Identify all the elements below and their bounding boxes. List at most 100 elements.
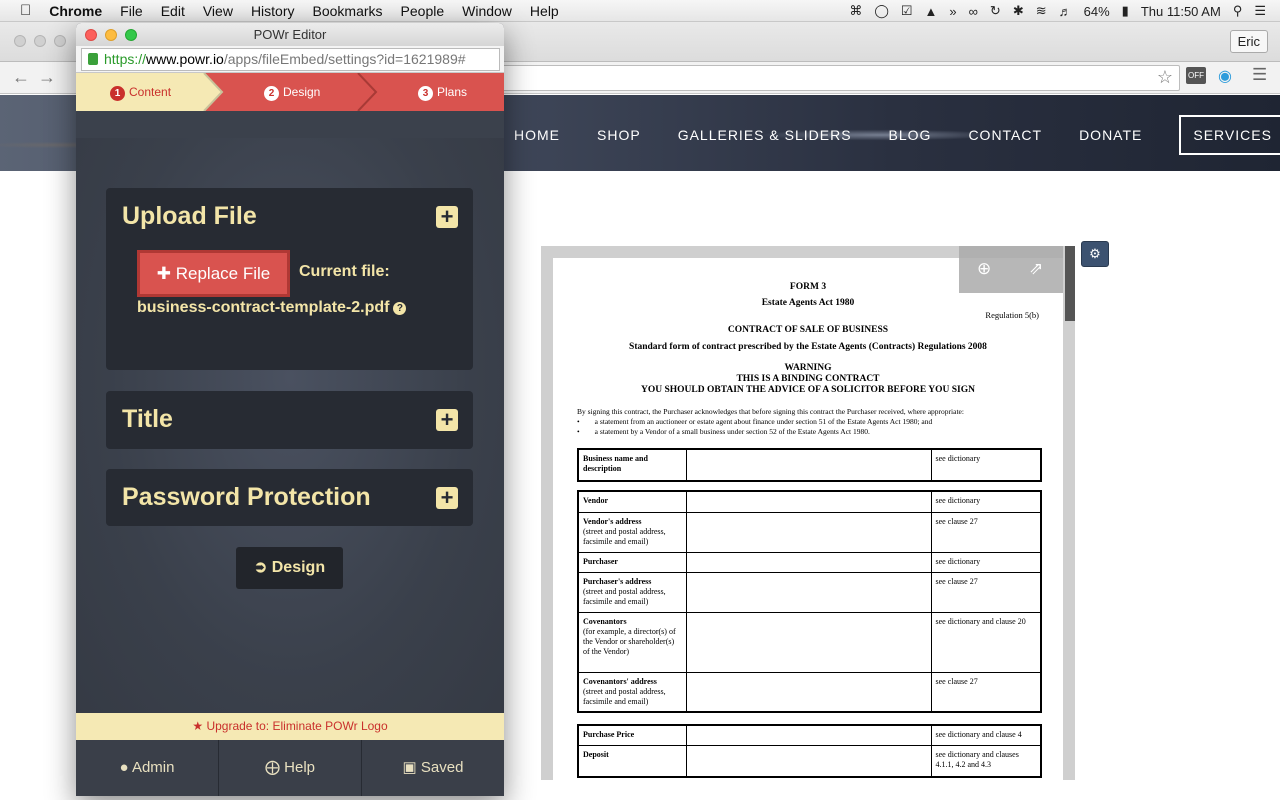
expand-plus-icon[interactable]: + xyxy=(436,409,458,431)
bookmark-star-icon[interactable]: ☆ xyxy=(1157,67,1173,88)
zoom-in-icon[interactable]: ⊕ xyxy=(977,259,991,279)
app-settings-gear-icon[interactable]: ⚙ xyxy=(1081,241,1109,267)
step-design[interactable]: 2 Design xyxy=(264,73,320,111)
table-cell-blank xyxy=(685,744,932,778)
menu-file[interactable]: File xyxy=(120,3,143,19)
editor-close-button[interactable] xyxy=(85,29,97,41)
nav-galleries-sliders[interactable]: GALLERIES & SLIDERS xyxy=(678,121,852,149)
address-bar[interactable]: ☆ xyxy=(470,65,1180,91)
menu-help[interactable]: Help xyxy=(530,3,559,19)
saved-button[interactable]: ▣ Saved xyxy=(362,740,504,796)
battery-icon[interactable]: ▮ xyxy=(1122,3,1129,19)
spotlight-search-icon[interactable]: ⚲ xyxy=(1233,3,1243,19)
creative-cloud-icon[interactable]: ∞ xyxy=(969,4,978,19)
te-extension-icon[interactable]: ◯ xyxy=(874,3,889,19)
table-cell-label: Vendor xyxy=(577,490,687,513)
pdf-contract-title: CONTRACT OF SALE OF BUSINESS xyxy=(727,325,889,335)
table-cell-blank xyxy=(685,611,932,673)
forward-icon[interactable]: » xyxy=(949,4,956,19)
pdf-table-price: Purchase Price see dictionary and clause… xyxy=(577,724,1042,778)
table-cell-label: Covenantors (for example, a director(s) o… xyxy=(577,611,687,673)
pdf-intro: By signing this contract, the Purchaser … xyxy=(577,407,964,416)
admin-button[interactable]: ● Admin xyxy=(76,740,219,796)
table-cell-ref: see clause 27 xyxy=(930,511,1042,553)
table-cell-label: Covenantors' address (street and postal a… xyxy=(577,671,687,713)
volume-icon[interactable]: ♬ xyxy=(1059,4,1072,19)
help-button[interactable]: ⨁ Help xyxy=(219,740,362,796)
pdf-solicitor-advice: YOU SHOULD OBTAIN THE ADVICE OF A SOLICI… xyxy=(641,385,975,395)
table-row: Purchaser's address (street and postal ad… xyxy=(577,571,1042,613)
table-cell-ref: see dictionary and clause 4 xyxy=(930,724,1042,746)
expand-plus-icon[interactable]: + xyxy=(436,487,458,509)
table-cell-label: Deposit xyxy=(577,744,687,778)
menu-bookmarks[interactable]: Bookmarks xyxy=(313,3,383,19)
nav-home[interactable]: HOME xyxy=(514,121,560,149)
battery-percent[interactable]: 64% xyxy=(1084,4,1110,19)
menu-people[interactable]: People xyxy=(401,3,445,19)
bluetooth-icon[interactable]: ✱ xyxy=(1013,3,1024,19)
window-zoom-button[interactable] xyxy=(54,35,66,47)
nav-shop[interactable]: SHOP xyxy=(597,121,641,149)
upload-file-heading[interactable]: Upload File xyxy=(122,202,257,231)
password-protection-heading: Password Protection xyxy=(122,483,371,511)
extension-off-icon[interactable]: OFF xyxy=(1186,67,1206,84)
window-minimize-button[interactable] xyxy=(34,35,46,47)
current-file-label: Current file: xyxy=(299,263,390,280)
nav-services[interactable]: SERVICES xyxy=(1179,115,1280,155)
step-plans[interactable]: 3 Plans xyxy=(418,73,467,111)
table-cell-blank xyxy=(685,571,932,613)
open-external-icon[interactable]: ⇗ xyxy=(1029,259,1043,279)
upgrade-banner[interactable]: ★ Upgrade to: Eliminate POWr Logo xyxy=(76,713,504,740)
editor-minimize-button[interactable] xyxy=(105,29,117,41)
back-arrow-icon[interactable]: ← xyxy=(12,67,30,88)
arrow-circle-right-icon: ➲ xyxy=(253,559,272,576)
lock-icon xyxy=(88,53,98,65)
clock[interactable]: Thu 11:50 AM xyxy=(1141,4,1221,19)
pdf-viewer[interactable]: FORM 3 Estate Agents Act 1980 Regulation… xyxy=(541,246,1075,780)
forward-arrow-icon[interactable]: → xyxy=(38,67,56,88)
menu-edit[interactable]: Edit xyxy=(161,3,185,19)
menu-history[interactable]: History xyxy=(251,3,295,19)
nav-donate[interactable]: DONATE xyxy=(1079,121,1142,149)
pdf-bullet-2: • a statement by a Vendor of a small bus… xyxy=(577,427,870,436)
pdf-scrollbar[interactable] xyxy=(1065,246,1075,321)
nav-contact[interactable]: CONTACT xyxy=(968,121,1042,149)
table-cell-ref: see dictionary xyxy=(930,551,1042,573)
design-button[interactable]: ➲ Design xyxy=(236,547,343,589)
table-cell-ref: see dictionary and clause 20 xyxy=(930,611,1042,673)
table-cell-blank xyxy=(685,551,932,573)
editor-zoom-button[interactable] xyxy=(125,29,137,41)
checkbox-icon[interactable]: ☑ xyxy=(901,3,913,19)
notification-center-icon[interactable]: ☰ xyxy=(1254,3,1266,19)
password-protection-panel[interactable]: Password Protection + xyxy=(106,469,473,526)
upload-file-panel: Upload File + ✚ Replace File Current fil… xyxy=(106,188,473,370)
replace-file-button[interactable]: ✚ Replace File xyxy=(137,250,290,297)
table-cell-blank xyxy=(685,511,932,553)
table-cell-label: Vendor's address (street and postal addre… xyxy=(577,511,687,553)
apple-menu-icon[interactable]:  xyxy=(20,2,31,19)
title-panel[interactable]: Title + xyxy=(106,391,473,449)
life-ring-icon: ⨁ xyxy=(264,759,285,776)
menu-window[interactable]: Window xyxy=(462,3,512,19)
menu-view[interactable]: View xyxy=(203,3,233,19)
chrome-menu-icon[interactable]: ☰ xyxy=(1252,65,1267,85)
step-content[interactable]: 1 Content xyxy=(76,73,216,111)
url-scheme: https:// xyxy=(104,51,147,67)
nav-blog[interactable]: BLOG xyxy=(889,121,932,149)
adobe-icon[interactable]: ▲ xyxy=(925,4,938,19)
editor-url-field[interactable]: https://www.powr.io/apps/fileEmbed/setti… xyxy=(81,48,500,71)
menu-app-name[interactable]: Chrome xyxy=(49,3,102,19)
url-path: /apps/fileEmbed/settings?id=1621989# xyxy=(223,51,466,67)
wifi-icon[interactable]: ≋ xyxy=(1036,3,1047,19)
pdf-page: FORM 3 Estate Agents Act 1980 Regulation… xyxy=(553,258,1063,780)
chat-extension-icon[interactable]: ◉ xyxy=(1218,66,1232,86)
profile-button[interactable]: Eric xyxy=(1229,30,1268,53)
table-cell-blank xyxy=(685,724,932,746)
command-icon[interactable]: ⌘ xyxy=(849,3,862,19)
expand-plus-icon[interactable]: + xyxy=(436,206,458,228)
question-circle-icon[interactable]: ? xyxy=(393,302,407,315)
window-close-button[interactable] xyxy=(14,35,26,47)
time-machine-icon[interactable]: ↻ xyxy=(990,3,1001,19)
table-cell-blank xyxy=(685,490,932,513)
pdf-table-parties: Vendor see dictionary Vendor's address (s… xyxy=(577,490,1042,713)
